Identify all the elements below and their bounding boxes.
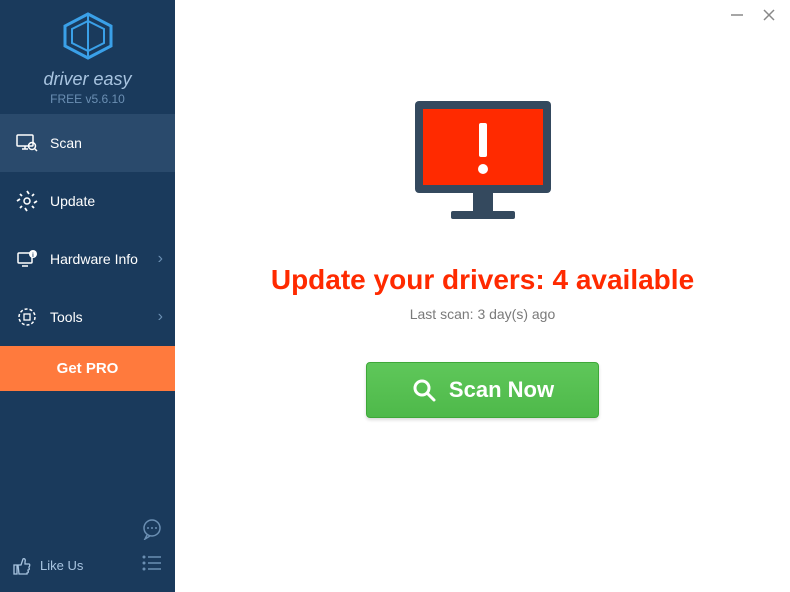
last-scan-text: Last scan: 3 day(s) ago xyxy=(410,306,556,322)
app-name: driver easy xyxy=(0,69,175,90)
menu-list-icon[interactable] xyxy=(141,553,163,578)
app-version: FREE v5.6.10 xyxy=(0,92,175,106)
hardware-info-icon: i xyxy=(16,248,38,270)
sidebar-item-scan[interactable]: Scan xyxy=(0,114,175,172)
main-panel: Update your drivers: 4 available Last sc… xyxy=(175,0,790,592)
chat-icon[interactable] xyxy=(141,518,163,545)
get-pro-button[interactable]: Get PRO xyxy=(0,346,175,391)
chevron-right-icon: › xyxy=(158,308,163,326)
sidebar-bottom: Like Us xyxy=(0,510,175,592)
sidebar-item-update[interactable]: Update xyxy=(0,172,175,230)
sidebar-item-label: Scan xyxy=(50,135,82,151)
search-icon xyxy=(411,377,437,403)
window-controls xyxy=(730,8,776,27)
monitor-search-icon xyxy=(16,132,38,154)
sidebar-spacer xyxy=(0,391,175,510)
sidebar-item-label: Tools xyxy=(50,309,83,325)
chevron-right-icon: › xyxy=(158,250,163,268)
logo-section: driver easy FREE v5.6.10 xyxy=(0,0,175,114)
minimize-button[interactable] xyxy=(730,8,744,27)
update-headline: Update your drivers: 4 available xyxy=(271,264,694,296)
like-us-button[interactable]: Like Us xyxy=(12,556,83,576)
sidebar-item-tools[interactable]: Tools › xyxy=(0,288,175,346)
gear-icon xyxy=(16,190,38,212)
get-pro-label: Get PRO xyxy=(57,360,119,377)
sidebar-item-hardware-info[interactable]: i Hardware Info › xyxy=(0,230,175,288)
scan-now-label: Scan Now xyxy=(449,377,554,403)
app-logo-icon xyxy=(61,12,115,60)
tools-icon xyxy=(16,306,38,328)
thumbs-up-icon xyxy=(12,556,32,576)
like-us-label: Like Us xyxy=(40,558,83,573)
scan-now-button[interactable]: Scan Now xyxy=(366,362,599,418)
alert-monitor-graphic xyxy=(403,95,563,240)
sidebar-item-label: Hardware Info xyxy=(50,251,138,267)
sidebar-item-label: Update xyxy=(50,193,95,209)
close-button[interactable] xyxy=(762,8,776,27)
sidebar: driver easy FREE v5.6.10 Scan Update xyxy=(0,0,175,592)
